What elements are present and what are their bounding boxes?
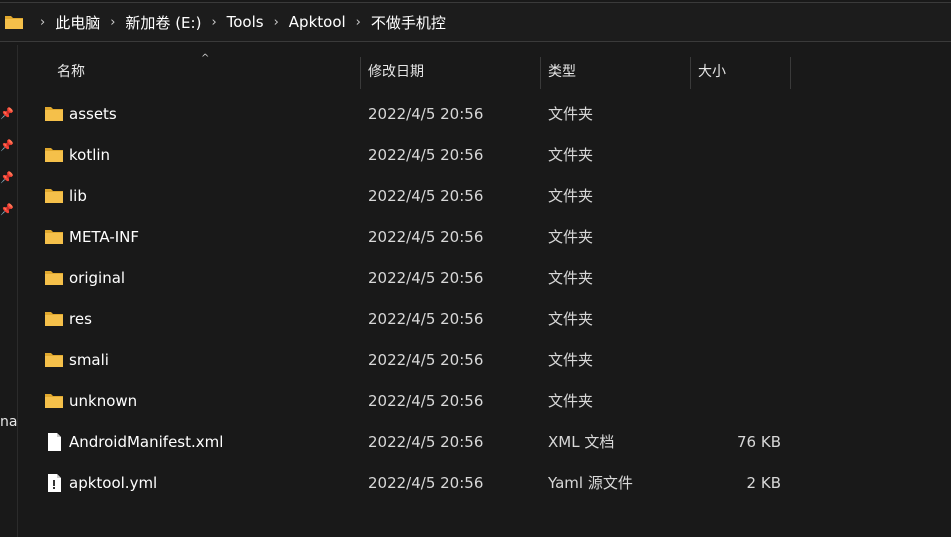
file-type: 文件夹 (548, 105, 594, 123)
breadcrumb-item[interactable]: 此电脑 (55, 12, 100, 33)
chevron-right-icon: › (40, 14, 46, 30)
table-row[interactable]: kotlin 2022/4/5 20:56 文件夹 (19, 135, 951, 176)
folder-icon (45, 189, 63, 203)
column-header-date[interactable]: 修改日期 (360, 57, 540, 89)
file-type: XML 文档 (548, 433, 615, 451)
folder-icon (45, 230, 63, 244)
file-date: 2022/4/5 20:56 (368, 392, 484, 410)
pin-icon: 📌 (0, 203, 14, 216)
nav-item-label[interactable]: na (0, 414, 17, 430)
file-date: 2022/4/5 20:56 (368, 146, 484, 164)
file-size (691, 94, 781, 135)
folder-icon (45, 271, 63, 285)
yaml-file-icon (48, 474, 61, 492)
table-row[interactable]: original 2022/4/5 20:56 文件夹 (19, 258, 951, 299)
file-type: 文件夹 (548, 146, 594, 164)
file-icon (48, 433, 61, 451)
column-divider[interactable] (790, 57, 791, 89)
breadcrumb-item[interactable]: 不做手机控 (371, 12, 446, 33)
chevron-right-icon[interactable]: › (211, 15, 216, 30)
file-name[interactable]: AndroidManifest.xml (69, 422, 223, 463)
file-list[interactable]: ^ 名称 修改日期 类型 大小 assets 2022/4/5 20:56 文件夹 k… (19, 45, 951, 537)
file-date: 2022/4/5 20:56 (368, 474, 484, 492)
column-header-name[interactable]: 名称 (49, 57, 360, 89)
column-header-type[interactable]: 类型 (540, 57, 690, 89)
file-type: 文件夹 (548, 228, 594, 246)
pin-icon: 📌 (0, 171, 14, 184)
file-size (691, 176, 781, 217)
file-type: 文件夹 (548, 351, 594, 369)
breadcrumb: › 此电脑 › 新加卷 (E:) › Tools › Apktool › 不做手… (4, 12, 446, 32)
folder-icon (45, 394, 63, 408)
folder-icon (45, 312, 63, 326)
file-date: 2022/4/5 20:56 (368, 105, 484, 123)
file-date: 2022/4/5 20:56 (368, 351, 484, 369)
folder-icon (5, 16, 23, 29)
file-size (691, 340, 781, 381)
file-name[interactable]: assets (69, 94, 117, 135)
file-date: 2022/4/5 20:56 (368, 433, 484, 451)
file-name[interactable]: kotlin (69, 135, 110, 176)
file-date: 2022/4/5 20:56 (368, 187, 484, 205)
table-row[interactable]: unknown 2022/4/5 20:56 文件夹 (19, 381, 951, 422)
file-type: 文件夹 (548, 269, 594, 287)
chevron-right-icon[interactable]: › (274, 15, 279, 30)
pin-icon: 📌 (0, 107, 14, 120)
file-date: 2022/4/5 20:56 (368, 310, 484, 328)
table-row[interactable]: res 2022/4/5 20:56 文件夹 (19, 299, 951, 340)
breadcrumb-item[interactable]: 新加卷 (E:) (125, 12, 201, 33)
chevron-right-icon[interactable]: › (110, 15, 115, 30)
file-name[interactable]: smali (69, 340, 109, 381)
file-size (691, 135, 781, 176)
table-row[interactable]: AndroidManifest.xml 2022/4/5 20:56 XML 文档 7… (19, 422, 951, 463)
table-row[interactable]: apktool.yml 2022/4/5 20:56 Yaml 源文件 2 KB (19, 463, 951, 504)
file-date: 2022/4/5 20:56 (368, 269, 484, 287)
table-row[interactable]: lib 2022/4/5 20:56 文件夹 (19, 176, 951, 217)
file-name[interactable]: META-INF (69, 217, 139, 258)
file-size: 76 KB (737, 433, 781, 451)
table-row[interactable]: assets 2022/4/5 20:56 文件夹 (19, 94, 951, 135)
table-row[interactable]: META-INF 2022/4/5 20:56 文件夹 (19, 217, 951, 258)
breadcrumb-item[interactable]: Tools (227, 13, 264, 31)
file-type: 文件夹 (548, 187, 594, 205)
address-bar[interactable]: › 此电脑 › 新加卷 (E:) › Tools › Apktool › 不做手… (0, 0, 951, 45)
file-type: 文件夹 (548, 392, 594, 410)
file-size (691, 299, 781, 340)
file-size: 2 KB (746, 474, 781, 492)
table-row[interactable]: smali 2022/4/5 20:56 文件夹 (19, 340, 951, 381)
file-name[interactable]: unknown (69, 381, 137, 422)
file-name[interactable]: res (69, 299, 92, 340)
file-name[interactable]: lib (69, 176, 87, 217)
pin-icon: 📌 (0, 139, 14, 152)
file-name[interactable]: original (69, 258, 125, 299)
breadcrumb-item[interactable]: Apktool (289, 13, 346, 31)
chevron-right-icon[interactable]: › (356, 15, 361, 30)
file-name[interactable]: apktool.yml (69, 463, 157, 504)
column-header-size[interactable]: 大小 (690, 57, 790, 89)
folder-icon (45, 148, 63, 162)
column-header: ^ 名称 修改日期 类型 大小 (19, 53, 951, 89)
file-type: 文件夹 (548, 310, 594, 328)
file-size (691, 217, 781, 258)
navigation-pane[interactable]: 📌 📌 📌 📌 na (0, 45, 18, 537)
folder-icon (45, 353, 63, 367)
file-date: 2022/4/5 20:56 (368, 228, 484, 246)
folder-icon (45, 107, 63, 121)
file-size (691, 381, 781, 422)
file-type: Yaml 源文件 (548, 474, 633, 492)
file-size (691, 258, 781, 299)
